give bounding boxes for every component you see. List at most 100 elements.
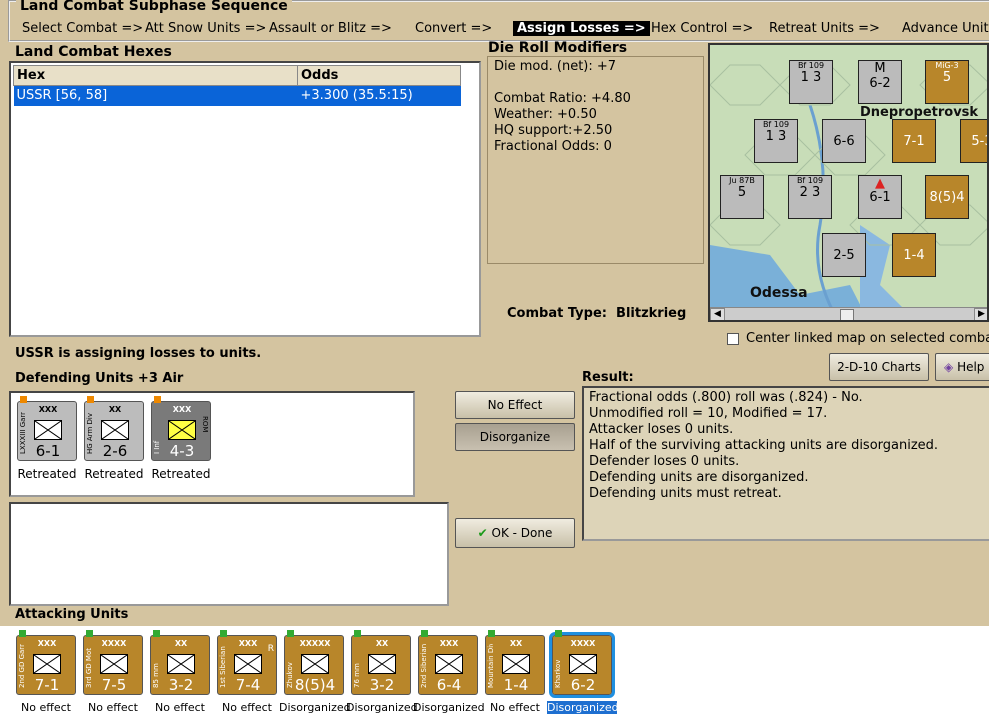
map-counter-sub: 2 3: [799, 185, 821, 200]
unit-counter[interactable]: XXXX 3rd GD Mot 7-5: [83, 630, 143, 695]
scroll-right-icon[interactable]: ▶: [974, 308, 987, 320]
unit-type-icon: [33, 654, 61, 674]
map-counter-sub: 5: [942, 70, 952, 85]
ok-done-button[interactable]: ✔ OK - Done: [455, 518, 575, 548]
unit-counter[interactable]: XX Mountain Div 1-4: [485, 630, 545, 695]
scroll-left-icon[interactable]: ◀: [710, 308, 725, 320]
map-label-dnepropetrovsk: Dnepropetrovsk: [860, 105, 979, 120]
charts-button[interactable]: 2-D-10 Charts: [829, 353, 929, 381]
unit-type-icon: [368, 654, 396, 674]
combat-ratio: Combat Ratio: +4.80: [494, 91, 631, 106]
unit-counter[interactable]: XX 85 mm 3-2: [150, 630, 210, 695]
map-counter-1-4[interactable]: 1-4: [892, 233, 936, 277]
step-att-snow-units: Att Snow Units =>: [145, 21, 267, 36]
unit-counter[interactable]: XXX 2nd GD Garr 7-1: [16, 630, 76, 695]
odds-cell[interactable]: +3.300 (35.5:15): [297, 85, 461, 106]
unit-counter[interactable]: XX HG Arm Div 2-6: [84, 396, 144, 461]
unit-counter[interactable]: XXX 2nd Siberian 6-4: [418, 630, 478, 695]
unit-counter[interactable]: XXX 1st Siberian 7-4 R: [217, 630, 277, 695]
land-combat-hexes-title: Land Combat Hexes: [15, 44, 172, 60]
unit-status: Disorganized: [346, 701, 418, 714]
center-map-checkbox-row[interactable]: Center linked map on selected comba: [727, 331, 989, 346]
disorganize-button[interactable]: Disorganize: [455, 423, 575, 451]
combat-type-label: Combat Type:: [507, 306, 607, 321]
step-convert: Convert =>: [415, 21, 493, 36]
map-counter-text: 8(5)4: [929, 190, 965, 205]
unit-type-icon: [234, 654, 262, 674]
map-counter-text: Ju 87B: [729, 176, 755, 185]
unit-strength: 3-2: [168, 676, 194, 694]
hex-cell[interactable]: USSR [56, 58]: [13, 85, 298, 106]
unit-type-svg: [234, 654, 262, 674]
table-row[interactable]: USSR [56, 58] +3.300 (35.5:15): [13, 85, 461, 106]
unit-type-icon: [435, 654, 463, 674]
unit-marker-icon: [87, 396, 94, 403]
map-counter-text: 1-4: [903, 248, 925, 263]
unit-mark: R: [267, 644, 274, 654]
unit-status: No effect: [155, 701, 205, 714]
no-effect-button[interactable]: No Effect: [455, 391, 575, 419]
mini-map[interactable]: Bf 109 1 3 M 6-2 MiG-3 5 Bf 109 1 3 6-6 7-1 …: [708, 43, 989, 322]
map-counter-bf109-2[interactable]: Bf 109 1 3: [754, 119, 798, 163]
map-counter-stuka[interactable]: Ju 87B 5: [720, 175, 764, 219]
center-map-checkbox[interactable]: [727, 332, 739, 345]
map-counter-hq[interactable]: M 6-2: [858, 60, 902, 104]
unit-strength: 7-1: [34, 676, 60, 694]
map-counter-soviet-2[interactable]: 5-3: [960, 119, 987, 163]
map-counter-combat-hex[interactable]: ▲ 6-1: [858, 175, 902, 219]
unit-status: No effect: [21, 701, 71, 714]
unit-type-svg: [301, 654, 329, 674]
unit-counter[interactable]: XXX LXXXIII Garr 6-1: [17, 396, 77, 461]
unit-type-icon: [167, 654, 195, 674]
map-counter-sub: 5: [737, 185, 747, 200]
map-counter-zhukov[interactable]: 8(5)4: [925, 175, 969, 219]
help-label: Help: [957, 360, 985, 374]
unit-status: Disorganized: [413, 701, 485, 714]
map-counter-2-5[interactable]: 2-5: [822, 233, 866, 277]
weather-mod: Weather: +0.50: [494, 107, 597, 122]
unit-status: No effect: [490, 701, 540, 714]
unit-status: Retreated: [151, 467, 211, 481]
map-counter-soviet-1[interactable]: 7-1: [892, 119, 936, 163]
check-icon: ✔: [477, 526, 488, 540]
map-counter-text: 6-6: [833, 134, 855, 149]
unit-counter[interactable]: XXX I Inf 4-3 ROM: [151, 396, 211, 461]
unit-counter[interactable]: XXXX Kharkov 6-2: [549, 630, 615, 698]
combat-type-value: Blitzkrieg: [616, 306, 687, 321]
attacking-units-title: Attacking Units: [15, 607, 129, 622]
unit-side: ROM: [201, 416, 209, 433]
unit-counter[interactable]: XX 76 mm 3-2: [351, 630, 411, 695]
unit-strength: 6-4: [436, 676, 462, 694]
unit-type-icon: [502, 654, 530, 674]
col-odds[interactable]: Odds: [297, 65, 461, 86]
unit-strength: 7-5: [101, 676, 127, 694]
status-message: USSR is assigning losses to units.: [15, 346, 262, 361]
ok-done-label: OK - Done: [491, 526, 553, 540]
map-counter-bf109[interactable]: Bf 109 1 3: [789, 60, 833, 104]
map-counter-text: 2-5: [833, 248, 855, 263]
map-counter-text: M: [874, 61, 886, 76]
map-counter-inf[interactable]: 6-6: [822, 119, 866, 163]
unit-type-icon: [569, 654, 597, 674]
col-hex[interactable]: Hex: [13, 65, 298, 86]
subphase-sequence-title: Land Combat Subphase Sequence: [16, 0, 292, 14]
unit-counter[interactable]: XXXXX Zhukov 8(5)4: [284, 630, 344, 695]
map-counter-bf109-3[interactable]: Bf 109 2 3: [788, 175, 832, 219]
scroll-thumb[interactable]: [840, 309, 854, 320]
fractional-odds: Fractional Odds: 0: [494, 139, 612, 154]
unit-strength: 8(5)4: [294, 676, 336, 694]
land-combat-hexes-list[interactable]: Hex Odds USSR [56, 58] +3.300 (35.5:15): [9, 61, 481, 337]
unit-marker-icon: [287, 630, 294, 637]
unit-status: No effect: [88, 701, 138, 714]
step-hex-control: Hex Control =>: [651, 21, 754, 36]
map-scrollbar[interactable]: ◀ ▶: [710, 307, 987, 320]
unit-strength: 6-2: [570, 676, 596, 694]
help-button[interactable]: ◈ Help: [935, 353, 989, 381]
unit-type-svg: [33, 654, 61, 674]
unit-marker-icon: [153, 630, 160, 637]
unit-status: Disorganized: [279, 701, 351, 714]
map-counter-mig3[interactable]: MiG-3 5: [925, 60, 969, 104]
step-select-combat: Select Combat =>: [22, 21, 144, 36]
unit-status: Disorganized: [547, 701, 619, 714]
